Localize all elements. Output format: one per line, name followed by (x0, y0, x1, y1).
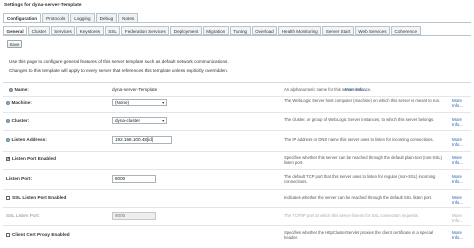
row-divider (3, 225, 471, 226)
subtab-deployment[interactable]: Deployment (170, 26, 202, 35)
subtab-services[interactable]: Services (50, 26, 76, 35)
listen-address-more-info-link[interactable]: More Info... (452, 137, 474, 147)
sub-tabs-divider (3, 35, 471, 36)
chevron-down-icon: ▼ (161, 119, 165, 123)
listen-port-enabled-checkbox[interactable] (6, 156, 11, 162)
info-icon: i (6, 137, 10, 142)
ssl-listen-port-more-info-link: More Info... (452, 213, 463, 223)
subtab-overload[interactable]: Overload (251, 26, 278, 35)
intro-text-2: Changes to this template will apply to e… (9, 68, 229, 73)
info-icon: i (9, 87, 13, 92)
ssl-listen-port-description: The TCP/IP port at which this server lis… (284, 213, 419, 218)
ssl-listen-port-enabled-label: SSL Listen Port Enabled (6, 195, 66, 200)
listen-port-label: Listen Port: (6, 176, 33, 181)
machine-label: i Machine: (6, 100, 32, 105)
row-divider (3, 169, 471, 170)
machine-select[interactable]: (None) ▼ (112, 99, 167, 106)
section-divider (3, 82, 471, 83)
name-more-info-link[interactable]: More Info... (345, 87, 367, 92)
ssl-listen-port-enabled-more-info-link[interactable]: More Info... (452, 195, 474, 205)
row-divider (3, 96, 471, 97)
ssl-listen-port-enabled-description: Indicates whether the server can be reac… (284, 195, 433, 200)
window-title: Settings for dyna-server-Template (4, 3, 82, 8)
subtab-keystores[interactable]: Keystores (76, 26, 104, 35)
save-button[interactable]: Save (7, 40, 22, 48)
row-divider (3, 151, 471, 152)
listen-port-enabled-description: Specifies whether this server can be rea… (284, 155, 443, 166)
row-divider (3, 207, 471, 208)
subtab-cluster[interactable]: Cluster (28, 26, 50, 35)
cluster-select[interactable]: dyna-cluster ▼ (112, 117, 167, 124)
client-cert-proxy-enabled-label: Client Cert Proxy Enabled (6, 232, 70, 237)
info-icon: i (6, 118, 10, 123)
cluster-label: i Cluster: (6, 118, 30, 123)
listen-port-description: The default TCP port that this server us… (284, 174, 436, 185)
subtab-ssl[interactable]: SSL (104, 26, 121, 35)
row-divider (3, 112, 471, 113)
name-label: i Name: (9, 87, 29, 92)
client-cert-proxy-enabled-checkbox[interactable] (6, 232, 10, 237)
row-divider (3, 130, 471, 131)
subtab-general[interactable]: General (3, 26, 28, 35)
machine-more-info-link[interactable]: More Info... (452, 98, 474, 108)
ssl-listen-port-label: SSL Listen Port: (6, 213, 40, 218)
top-tabs-divider (3, 22, 471, 23)
ssl-listen-port-input: 9000 (112, 212, 156, 220)
listen-address-label: i Listen Address: (6, 137, 47, 142)
cluster-description: The cluster, or group of WebLogic Server… (284, 117, 435, 122)
client-cert-proxy-enabled-more-info-link[interactable]: More Info... (452, 230, 474, 240)
subtab-federation-services[interactable]: Federation Services (121, 26, 170, 35)
listen-address-description: The IP address or DNS name this server u… (284, 137, 434, 142)
client-cert-proxy-enabled-description: Specifies whether the HttpClusterServlet… (284, 230, 433, 241)
subtab-coherence[interactable]: Coherence (391, 26, 421, 35)
subtab-server-start[interactable]: Server Start (322, 26, 354, 35)
subtab-web-services[interactable]: Web Services (354, 26, 391, 35)
listen-port-more-info-link[interactable]: More Info... (452, 174, 474, 184)
field-row-name: i Name: dyna-server-Template An alphanume… (3, 85, 471, 95)
intro-text-1: Use this page to configure general featu… (9, 59, 229, 64)
listen-port-input[interactable]: 8000 (112, 175, 156, 183)
name-value: dyna-server-Template (112, 87, 158, 92)
listen-address-input[interactable]: 192.168.100.48[id] (112, 136, 172, 144)
subtab-migration[interactable]: Migration (202, 26, 229, 35)
row-divider (3, 189, 471, 190)
ssl-listen-port-enabled-checkbox[interactable] (6, 195, 10, 200)
chevron-down-icon: ▼ (161, 101, 165, 105)
machine-description: The WebLogic Server host computer (machi… (284, 98, 441, 103)
listen-port-enabled-more-info-link[interactable]: More Info... (452, 155, 474, 165)
subtab-tuning[interactable]: Tuning (229, 26, 251, 35)
subtab-health-monitoring[interactable]: Health Monitoring (278, 26, 322, 35)
cluster-more-info-link[interactable]: More Info... (452, 117, 474, 127)
listen-port-enabled-label: Listen Port Enabled (6, 156, 56, 162)
info-icon: i (6, 100, 10, 105)
